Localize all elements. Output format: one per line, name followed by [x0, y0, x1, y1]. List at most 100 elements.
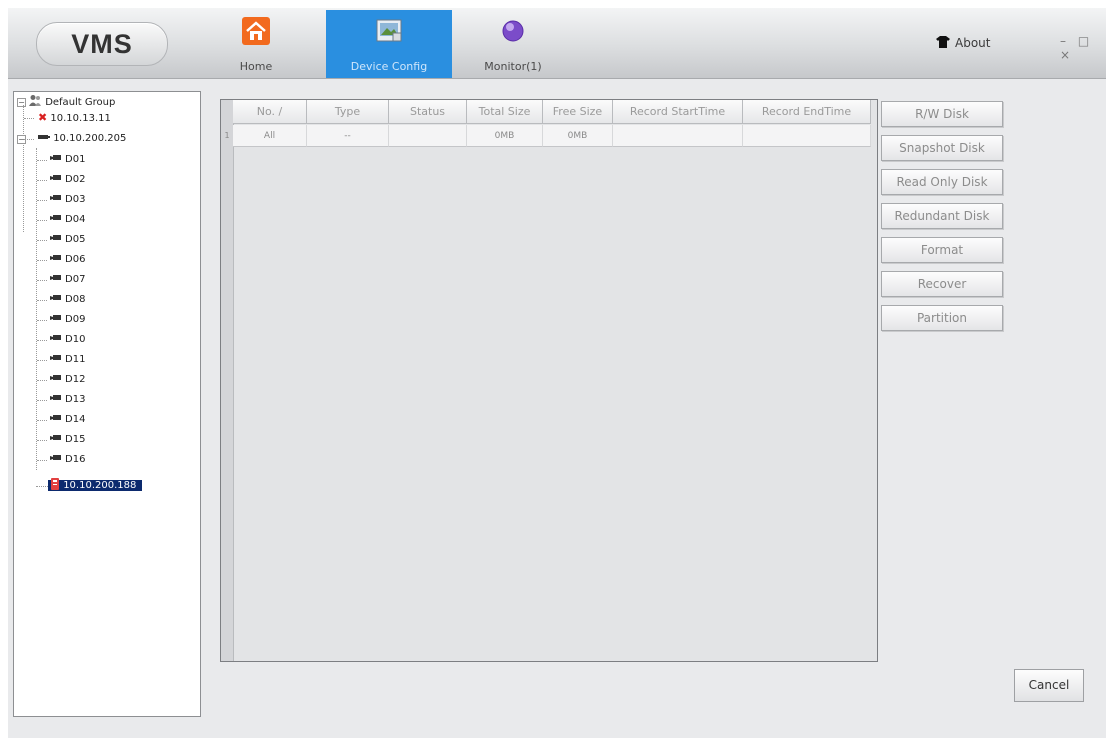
rw-disk-button[interactable]: R/W Disk	[881, 101, 1003, 127]
camera-icon	[50, 354, 62, 365]
cancel-button[interactable]: Cancel	[1014, 669, 1084, 702]
tree-channel[interactable]: D15	[50, 432, 85, 448]
read-only-disk-button[interactable]: Read Only Disk	[881, 169, 1003, 195]
tree-channel-label: D07	[65, 274, 86, 285]
tree-device-selected[interactable]: 10.10.200.188	[48, 478, 143, 494]
tree-channel-label: D05	[65, 234, 86, 245]
tree-channel[interactable]: D08	[50, 292, 85, 308]
column-header[interactable]: Total Size	[467, 100, 543, 124]
row-number: 1	[224, 131, 230, 140]
tree-root[interactable]: Default Group	[28, 94, 115, 110]
disk-table[interactable]: No. / Type Status Total Size Free Size Record…	[220, 99, 878, 662]
tree-channel-label: D03	[65, 194, 86, 205]
camera-icon	[50, 154, 62, 165]
camera-icon	[50, 314, 62, 325]
tree-channel[interactable]: D09	[50, 312, 85, 328]
tree-channel-label: D08	[65, 294, 86, 305]
format-button[interactable]: Format	[881, 237, 1003, 263]
tree-channel[interactable]: D14	[50, 412, 85, 428]
tree-device-online[interactable]: 10.10.200.205	[38, 131, 126, 147]
tree-device-label: 10.10.200.188	[63, 480, 137, 491]
table-cell: --	[307, 125, 389, 147]
tree-device-offline[interactable]: ✖ 10.10.13.11	[38, 110, 111, 126]
column-header[interactable]: Record EndTime	[743, 100, 871, 124]
app-logo: VMS	[36, 22, 168, 66]
tree-channel-label: D12	[65, 374, 86, 385]
tree-channel[interactable]: D04	[50, 212, 85, 228]
tree-channel[interactable]: D13	[50, 392, 85, 408]
camera-icon	[50, 434, 62, 445]
window-controls[interactable]: – □ ×	[1060, 34, 1106, 62]
camera-icon	[50, 374, 62, 385]
tree-channel[interactable]: D05	[50, 232, 85, 248]
row-header-column	[221, 100, 234, 661]
tree-channel[interactable]: D16	[50, 452, 85, 468]
home-icon	[241, 16, 271, 49]
top-bar: VMS Home Device Config Monitor(1) About …	[8, 8, 1106, 79]
redundant-disk-button[interactable]: Redundant Disk	[881, 203, 1003, 229]
tree-device-label: 10.10.13.11	[50, 113, 111, 124]
tree-channel[interactable]: D03	[50, 192, 85, 208]
recover-button[interactable]: Recover	[881, 271, 1003, 297]
tab-home[interactable]: Home	[226, 10, 286, 78]
about-label: About	[955, 36, 991, 50]
tab-monitor[interactable]: Monitor(1)	[458, 10, 568, 78]
device-config-icon	[374, 16, 404, 49]
camera-icon	[50, 334, 62, 345]
column-header[interactable]: Status	[389, 100, 467, 124]
tree-channel-label: D04	[65, 214, 86, 225]
column-header[interactable]: No. /	[233, 100, 307, 124]
partition-button[interactable]: Partition	[881, 305, 1003, 331]
camera-icon	[50, 254, 62, 265]
camera-icon	[50, 234, 62, 245]
tree-channel[interactable]: D10	[50, 332, 85, 348]
selected-device[interactable]: 10.10.200.188	[48, 478, 143, 491]
tree-channel[interactable]: D12	[50, 372, 85, 388]
tree-channel-label: D16	[65, 454, 86, 465]
tree-channel[interactable]: D02	[50, 172, 85, 188]
offline-x-icon: ✖	[38, 111, 48, 124]
tree-channel-label: D13	[65, 394, 86, 405]
camera-icon	[50, 194, 62, 205]
nvr-icon	[50, 478, 63, 491]
tree-channel-label: D06	[65, 254, 86, 265]
tree-channel[interactable]: D07	[50, 272, 85, 288]
table-cell	[389, 125, 467, 147]
column-header[interactable]: Type	[307, 100, 389, 124]
tree-root-label: Default Group	[45, 97, 116, 108]
camera-icon	[50, 394, 62, 405]
column-header[interactable]: Record StartTime	[613, 100, 743, 124]
tree-device-label: 10.10.200.205	[53, 133, 127, 144]
table-cell: All	[233, 125, 307, 147]
table-cell	[613, 125, 743, 147]
tree-channel-label: D11	[65, 354, 86, 365]
tree-channel-label: D01	[65, 154, 86, 165]
monitor-icon	[498, 16, 528, 49]
tree-channel[interactable]: D01	[50, 152, 85, 168]
tree-channel-label: D15	[65, 434, 86, 445]
snapshot-disk-button[interactable]: Snapshot Disk	[881, 135, 1003, 161]
tree-channel-label: D14	[65, 414, 86, 425]
device-icon	[38, 133, 53, 144]
about-button[interactable]: About	[936, 36, 990, 50]
column-header[interactable]: Free Size	[543, 100, 613, 124]
table-cell: 0MB	[467, 125, 543, 147]
camera-icon	[50, 214, 62, 225]
tab-device-config[interactable]: Device Config	[326, 10, 452, 78]
tree-channel[interactable]: D11	[50, 352, 85, 368]
tshirt-icon	[936, 36, 950, 48]
camera-icon	[50, 454, 62, 465]
camera-icon	[50, 174, 62, 185]
tab-device-config-label: Device Config	[350, 60, 428, 73]
tree-channel[interactable]: D06	[50, 252, 85, 268]
tree-channel-label: D09	[65, 314, 86, 325]
app-window: VMS Home Device Config Monitor(1) About …	[8, 8, 1106, 738]
tab-home-label: Home	[239, 60, 273, 73]
collapse-icon[interactable]: −	[17, 98, 26, 107]
tree-channel-label: D02	[65, 174, 86, 185]
table-cell	[743, 125, 871, 147]
tree-channel-label: D10	[65, 334, 86, 345]
camera-icon	[50, 414, 62, 425]
table-cell: 0MB	[543, 125, 613, 147]
device-tree[interactable]: − Default Group ✖ 10.10.13.11 − 10.10.20…	[13, 91, 201, 717]
